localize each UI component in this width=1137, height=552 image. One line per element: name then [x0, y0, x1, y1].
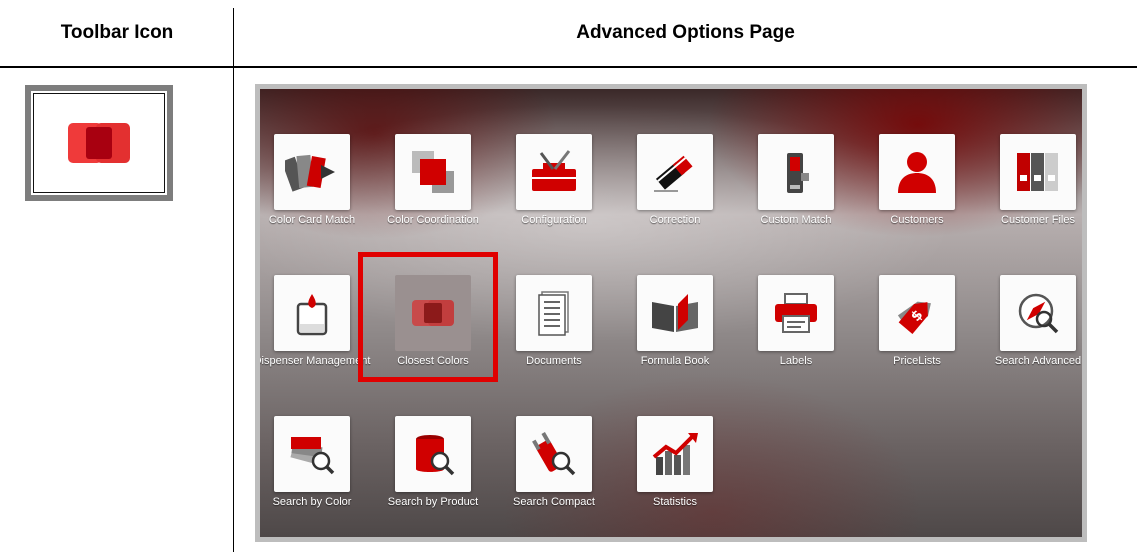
tile-icon-box: [274, 275, 350, 351]
tile-search-advanced[interactable]: Search Advanced: [978, 275, 1082, 367]
formula-book-icon: [652, 294, 698, 332]
tile-dispenser-management[interactable]: Dispenser Management: [255, 275, 372, 367]
tile-search-compact[interactable]: Search Compact: [494, 416, 614, 508]
closest-colors-highlight: [358, 252, 498, 382]
documents-icon: [538, 291, 569, 336]
toolbar-icon-frame: [33, 93, 165, 193]
tile-label: Correction: [649, 214, 701, 226]
color-coordination-icon: [412, 151, 454, 193]
tile-label: Color Coordination: [387, 214, 479, 226]
tile-label: Labels: [779, 355, 813, 367]
tile-icon-box: [274, 134, 350, 210]
tile-icon-box: [1000, 134, 1076, 210]
tile-icon-box: [637, 275, 713, 351]
tile-label: Documents: [526, 355, 582, 367]
tile-color-coordination[interactable]: Color Coordination: [373, 134, 493, 226]
tile-configuration[interactable]: Configuration: [494, 134, 614, 226]
tile-icon-box: [637, 416, 713, 492]
tile-custom-match[interactable]: Custom Match: [736, 134, 856, 226]
tile-icon-box: [516, 416, 592, 492]
tile-label: Customer Files: [1001, 214, 1075, 226]
tile-formula-book[interactable]: Formula Book: [615, 275, 735, 367]
tile-icon-box: [395, 416, 471, 492]
tile-customer-files[interactable]: Customer Files: [978, 134, 1082, 226]
tile-labels[interactable]: Labels: [736, 275, 856, 367]
tile-customers[interactable]: Customers: [857, 134, 977, 226]
tile-icon-box: [1000, 275, 1076, 351]
custom-match-icon: [787, 153, 809, 193]
tile-label: Search Compact: [513, 496, 595, 508]
tile-label: Customers: [890, 214, 944, 226]
tile-icon-box: [516, 275, 592, 351]
tile-label: Dispenser Management: [255, 355, 371, 367]
tile-label: Statistics: [652, 496, 697, 508]
configuration-icon: [532, 150, 576, 191]
tile-statistics[interactable]: Statistics: [615, 416, 735, 508]
header-divider: [0, 66, 1137, 68]
search-advanced-icon: [1018, 293, 1059, 334]
tile-icon-box: [637, 134, 713, 210]
advanced-options-panel: Color Card Match Color Coordination Conf…: [255, 84, 1087, 542]
customer-files-icon: [1017, 153, 1058, 191]
tile-pricelists[interactable]: $ PriceLists: [857, 275, 977, 367]
tile-icon-box: [516, 134, 592, 210]
tile-icon-box: [879, 134, 955, 210]
tile-label: Configuration: [521, 214, 587, 226]
tile-label: Search by Product: [387, 496, 479, 508]
toolbar-icon-cell: [25, 85, 173, 201]
tile-label: Color Card Match: [268, 214, 356, 226]
advanced-options-page-header: Advanced Options Page: [576, 22, 795, 43]
customers-icon: [898, 152, 936, 193]
tile-documents[interactable]: Documents: [494, 275, 614, 367]
tile-icon-box: [758, 275, 834, 351]
tile-label: PriceLists: [893, 355, 941, 367]
correction-icon: [654, 155, 693, 192]
pricelists-icon: $: [897, 301, 931, 334]
tile-icon-box: [395, 134, 471, 210]
tile-correction[interactable]: Correction: [615, 134, 735, 226]
search-by-color-icon: [290, 437, 335, 475]
color-card-match-icon: [285, 154, 335, 192]
closest-colors-icon[interactable]: [64, 118, 134, 168]
tile-color-card-match[interactable]: Color Card Match: [260, 134, 372, 226]
dispenser-management-icon: [296, 294, 328, 336]
tile-label: Custom Match: [760, 214, 832, 226]
tile-search-by-color[interactable]: Search by Color: [260, 416, 372, 508]
search-compact-icon: [532, 431, 576, 476]
labels-icon: [775, 293, 817, 333]
tile-search-by-product[interactable]: Search by Product: [373, 416, 493, 508]
tile-label: Search Advanced: [994, 355, 1082, 367]
tile-label: Formula Book: [640, 355, 710, 367]
tile-icon-box: [274, 416, 350, 492]
tile-icon-box: [758, 134, 834, 210]
tile-icon-box: $: [879, 275, 955, 351]
toolbar-icon-header: Toolbar Icon: [60, 22, 174, 43]
column-divider: [233, 8, 234, 552]
tile-label: Search by Color: [272, 496, 352, 508]
statistics-icon: [652, 433, 698, 475]
search-by-product-icon: [416, 435, 455, 476]
